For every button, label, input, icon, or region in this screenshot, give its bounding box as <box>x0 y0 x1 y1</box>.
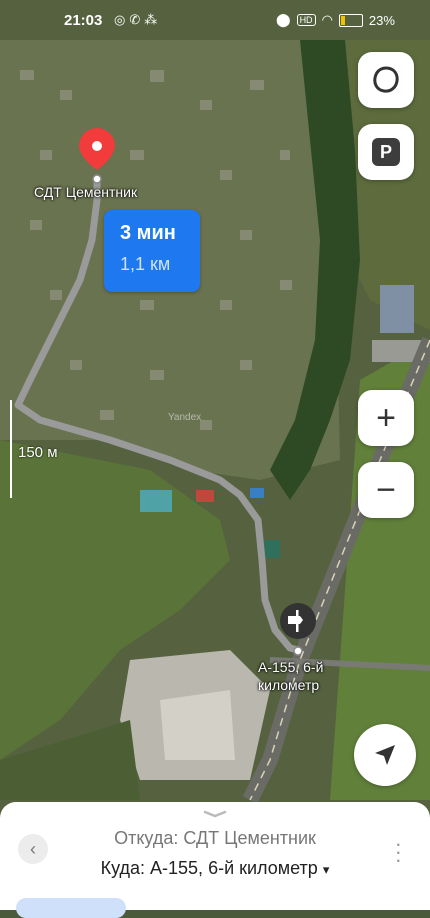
status-time: 21:03 <box>64 12 103 29</box>
more-options-icon[interactable]: · · · <box>395 833 402 871</box>
route-eta-bubble[interactable]: 3 мин 1,1 км <box>104 210 200 292</box>
route-from[interactable]: Откуда: СДТ Цементник <box>0 828 430 849</box>
chevron-left-icon: ‹ <box>30 838 36 859</box>
plus-icon: + <box>376 399 396 437</box>
dots-icon: ⁂ <box>144 12 162 27</box>
wifi-icon: ◠ <box>321 12 333 27</box>
layers-icon <box>373 66 399 93</box>
whatsapp-icon: ✆ <box>129 12 145 27</box>
chevron-down-icon[interactable] <box>203 810 227 818</box>
status-bar: 21:03 ◎✆⁂ ⬤ HD ◠ 23% <box>0 0 430 44</box>
parking-icon: P <box>372 138 400 166</box>
route-to[interactable]: Куда: А-155, 6-й километр ▾ <box>0 858 430 879</box>
hd-icon: HD <box>296 14 316 26</box>
location-icon: ⬤ <box>276 12 291 27</box>
zoom-out-button[interactable]: − <box>358 462 414 518</box>
chevron-down-small-icon: ▾ <box>322 862 330 877</box>
map-watermark: Yandex <box>168 412 201 423</box>
primary-action-button[interactable] <box>16 898 126 918</box>
eta-time: 3 мин <box>120 222 176 244</box>
navigation-arrow-icon <box>375 745 395 765</box>
instagram-icon: ◎ <box>114 12 130 27</box>
scale-label: 150 м <box>18 444 58 461</box>
my-location-button[interactable] <box>354 724 416 786</box>
back-button[interactable]: ‹ <box>18 834 48 864</box>
end-label: А-155, 6-й километр <box>258 659 324 693</box>
eta-distance: 1,1 км <box>120 254 171 274</box>
start-label: СДТ Цементник <box>34 184 138 200</box>
battery-percent: 23% <box>368 12 395 28</box>
layers-button[interactable] <box>358 52 414 108</box>
minus-icon: − <box>376 471 396 509</box>
battery-icon <box>338 13 363 27</box>
scale-bar <box>10 400 12 498</box>
route-to-text: Куда: А-155, 6-й километр <box>100 858 318 878</box>
route-sheet[interactable]: Откуда: СДТ Цементник Куда: А-155, 6-й к… <box>0 802 430 918</box>
zoom-in-button[interactable]: + <box>358 390 414 446</box>
parking-button[interactable]: P <box>358 124 414 180</box>
notification-icons: ◎✆⁂ <box>114 12 161 28</box>
system-icons: ⬤ HD ◠ 23% <box>276 12 395 28</box>
